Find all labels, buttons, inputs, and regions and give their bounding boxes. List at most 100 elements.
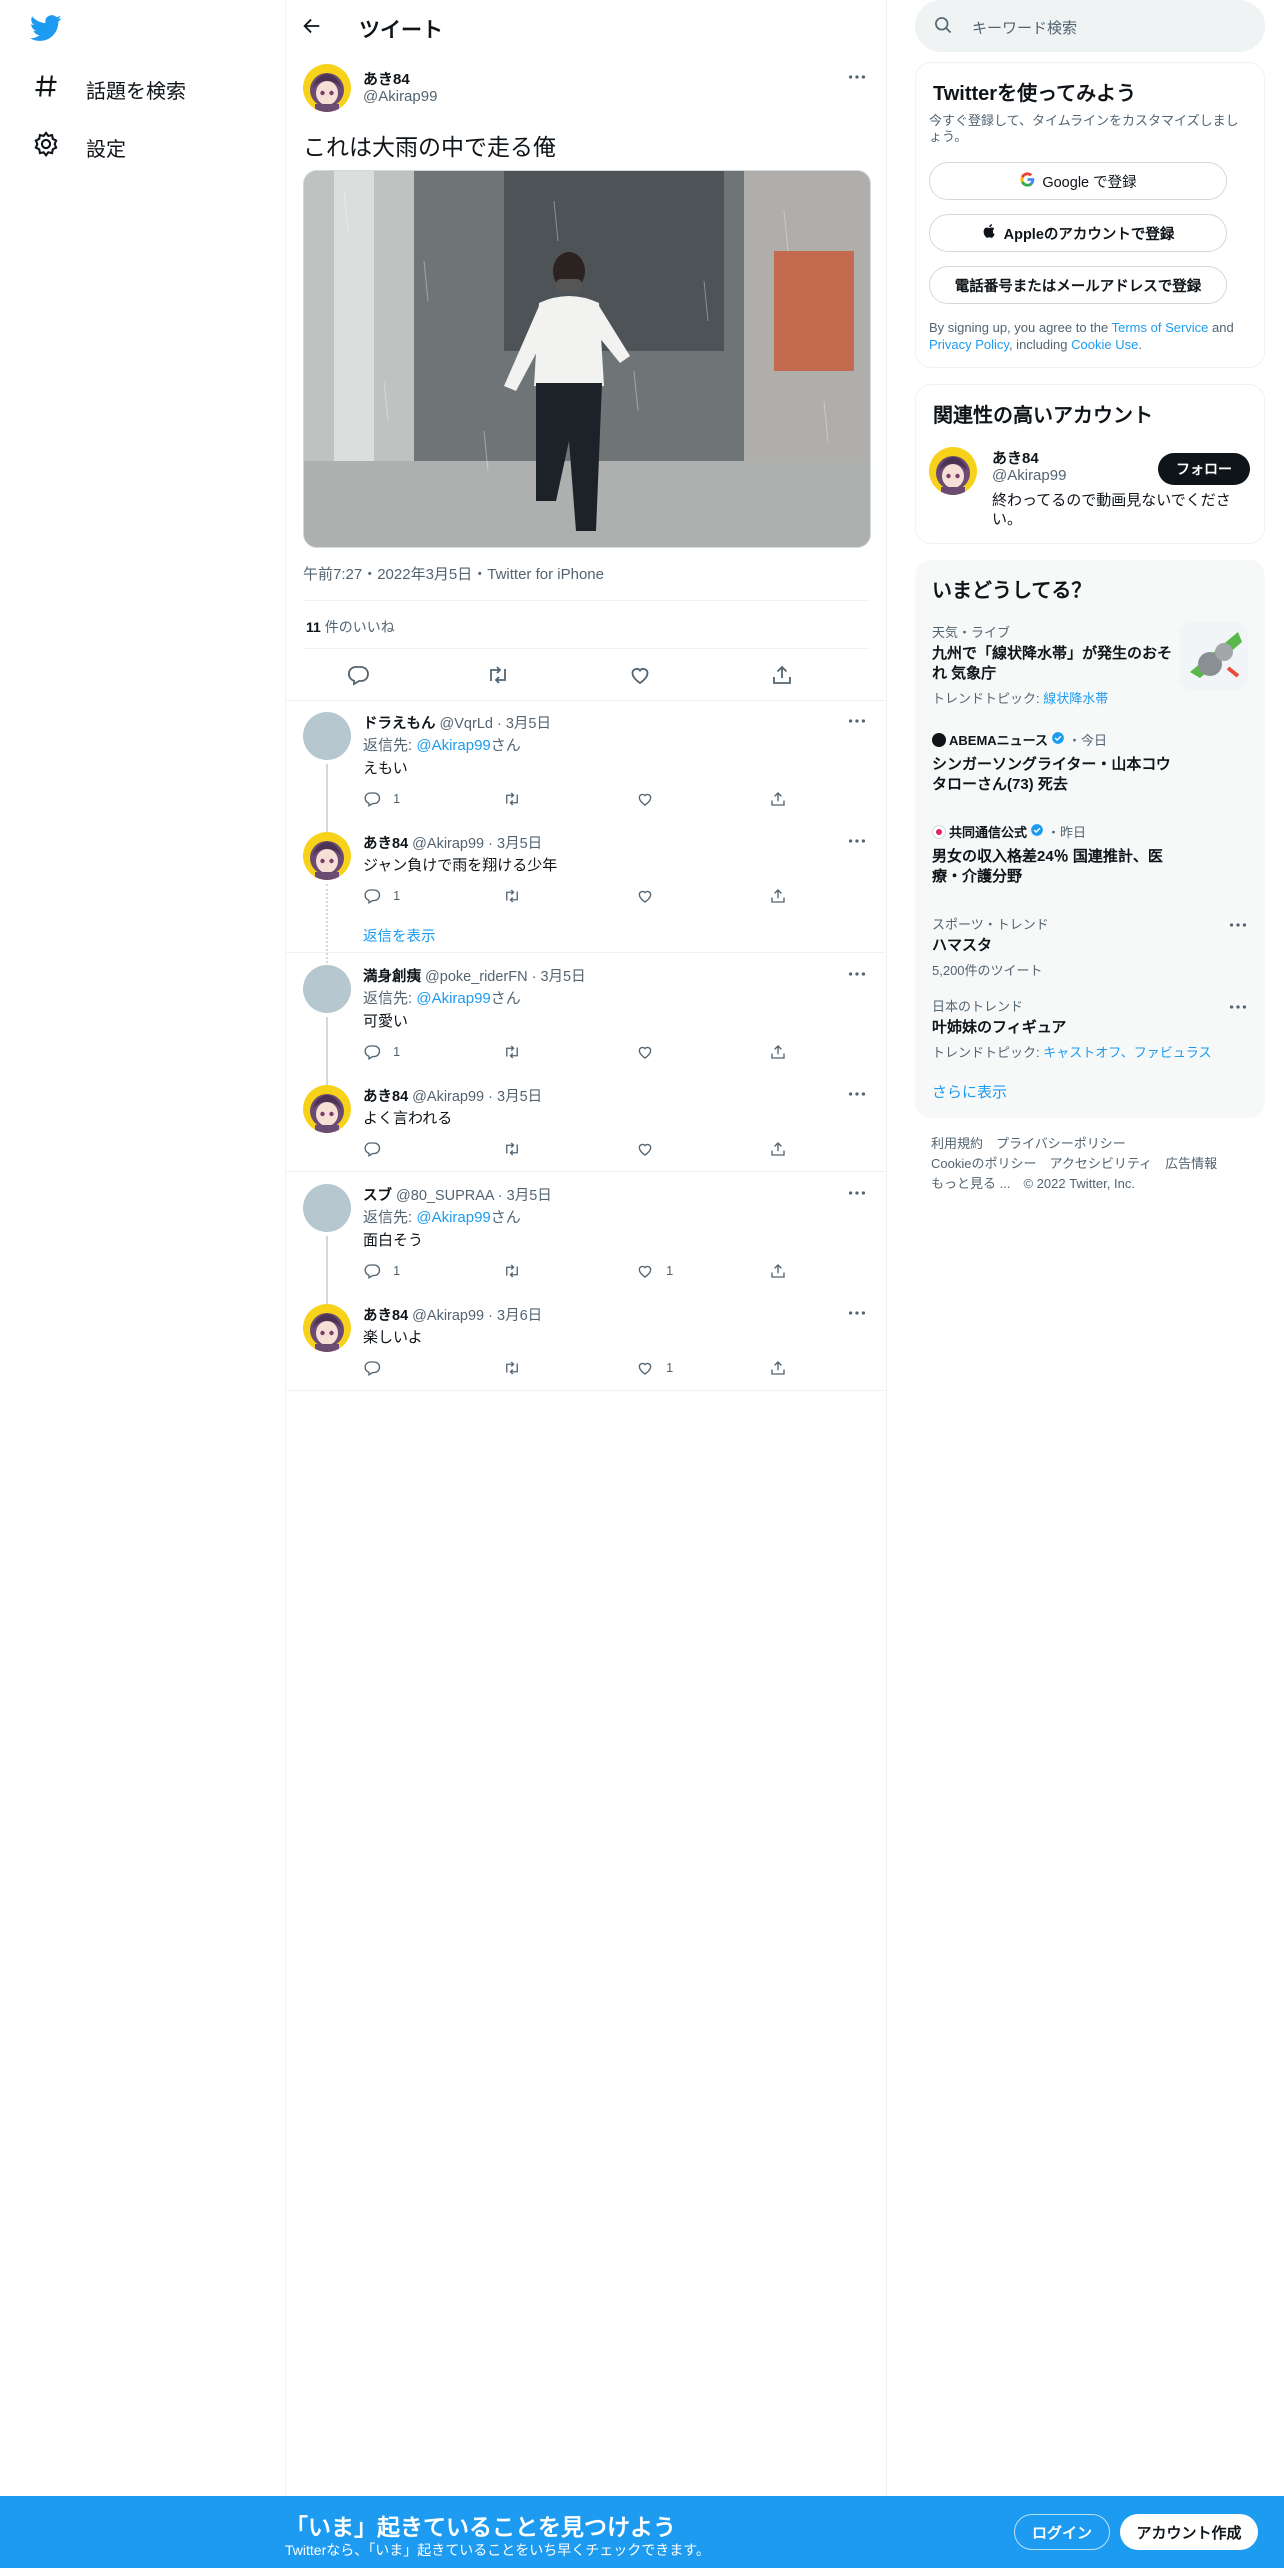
like-icon[interactable] <box>636 790 654 808</box>
author-name[interactable]: あき84 <box>363 68 410 89</box>
reply-to-link[interactable]: @Akirap99 <box>416 737 490 754</box>
avatar[interactable] <box>303 712 351 760</box>
phone-email-signup-button[interactable]: 電話番号またはメールアドレスで登録 <box>929 266 1227 304</box>
privacy-policy-link[interactable]: Privacy Policy <box>929 337 1009 352</box>
share-icon[interactable] <box>769 1140 787 1158</box>
footer-terms-link[interactable]: 利用規約 <box>931 1136 983 1151</box>
reply-author-name[interactable]: ドラえもん <box>363 716 436 732</box>
likes-count[interactable]: 11 件のいいね <box>306 617 395 637</box>
apple-signup-button[interactable]: Appleのアカウントで登録 <box>929 214 1227 252</box>
like-icon[interactable] <box>636 1262 654 1280</box>
like-icon[interactable] <box>636 887 654 905</box>
reply-author-name[interactable]: スブ <box>363 1188 392 1204</box>
reply-action-bar: 1 <box>363 887 803 907</box>
back-arrow-icon[interactable] <box>301 15 325 39</box>
more-icon[interactable] <box>846 1302 868 1324</box>
trend-item[interactable]: 天気・ライブ 九州で「線状降水帯」が発生のおそれ 気象庁 トレンドトピック: 線… <box>932 622 1172 707</box>
like-icon[interactable] <box>628 663 652 687</box>
more-icon[interactable] <box>846 66 868 88</box>
retweet-icon[interactable] <box>503 887 521 905</box>
relevant-handle[interactable]: @Akirap99 <box>992 467 1066 484</box>
nav-settings[interactable]: 設定 <box>32 130 126 164</box>
more-icon[interactable] <box>846 710 868 732</box>
retweet-icon[interactable] <box>503 1262 521 1280</box>
avatar[interactable] <box>303 965 351 1013</box>
avatar[interactable] <box>303 1304 351 1352</box>
signup-button[interactable]: アカウント作成 <box>1120 2514 1258 2550</box>
trend-item[interactable]: ABEMAニュース ・今日 シンガーソングライター・山本コウタローさん(73) … <box>932 730 1172 795</box>
terms-of-service-link[interactable]: Terms of Service <box>1112 320 1209 335</box>
relevant-name[interactable]: あき84 <box>992 447 1039 468</box>
retweet-icon[interactable] <box>503 1140 521 1158</box>
search-input[interactable]: キーワード検索 <box>972 17 1077 38</box>
reply-author-name[interactable]: あき84 <box>363 836 408 852</box>
follow-button[interactable]: フォロー <box>1158 453 1250 485</box>
like-icon[interactable] <box>636 1043 654 1061</box>
more-icon[interactable] <box>1227 996 1249 1018</box>
trend-topic-link[interactable]: 線状降水帯 <box>1043 691 1108 706</box>
reply-icon[interactable] <box>363 1140 381 1158</box>
avatar[interactable] <box>303 64 351 112</box>
share-icon[interactable] <box>769 790 787 808</box>
footer-ads-link[interactable]: 広告情報 <box>1165 1156 1217 1171</box>
reply-author-name[interactable]: 満身創痍 <box>363 969 421 985</box>
trend-item[interactable]: 日本のトレンド 叶姉妹のフィギュア トレンドトピック: キャストオフ、ファビュラ… <box>932 996 1232 1061</box>
legal-text-4: . <box>1138 337 1142 352</box>
more-icon[interactable] <box>846 963 868 985</box>
trend-item[interactable]: 共同通信公式 ・昨日 男女の収入格差24％ 国連推計、医療・介護分野 <box>932 822 1172 887</box>
share-icon[interactable] <box>769 1262 787 1280</box>
reply-handle-time[interactable]: @Akirap99 · 3月5日 <box>412 836 542 852</box>
avatar[interactable] <box>303 832 351 880</box>
reply-handle-time[interactable]: @poke_riderFN · 3月5日 <box>425 969 586 985</box>
more-icon[interactable] <box>1227 914 1249 936</box>
cookie-use-link[interactable]: Cookie Use <box>1071 337 1138 352</box>
share-icon[interactable] <box>769 1359 787 1377</box>
footer-more-link[interactable]: もっと見る ... <box>931 1176 1010 1191</box>
reply-icon[interactable] <box>346 663 370 687</box>
show-replies-link[interactable]: 返信を表示 <box>363 925 436 946</box>
share-icon[interactable] <box>769 1043 787 1061</box>
footer-accessibility-link[interactable]: アクセシビリティ <box>1049 1156 1152 1171</box>
more-icon[interactable] <box>846 1083 868 1105</box>
author-handle[interactable]: @Akirap99 <box>363 88 437 105</box>
more-icon[interactable] <box>846 830 868 852</box>
avatar[interactable] <box>303 1184 351 1232</box>
reply-to-link[interactable]: @Akirap99 <box>416 1209 490 1226</box>
footer-privacy-link[interactable]: プライバシーポリシー <box>996 1136 1126 1151</box>
reply-handle-time[interactable]: @80_SUPRAA · 3月5日 <box>396 1188 552 1204</box>
tweet-timestamp[interactable]: 午前7:27・2022年3月5日・Twitter for iPhone <box>303 563 604 584</box>
reply-author-name[interactable]: あき84 <box>363 1308 408 1324</box>
search-box[interactable]: キーワード検索 <box>915 0 1265 52</box>
reply-icon[interactable] <box>363 790 381 808</box>
share-icon[interactable] <box>770 663 794 687</box>
reply-handle-time[interactable]: @Akirap99 · 3月6日 <box>412 1308 542 1324</box>
reply-handle-time[interactable]: @VqrLd · 3月5日 <box>440 716 551 732</box>
retweet-icon[interactable] <box>503 1043 521 1061</box>
reply-handle-time[interactable]: @Akirap99 · 3月5日 <box>412 1089 542 1105</box>
retweet-icon[interactable] <box>503 790 521 808</box>
retweet-icon[interactable] <box>486 663 510 687</box>
reply-icon[interactable] <box>363 1262 381 1280</box>
reply-icon[interactable] <box>363 1359 381 1377</box>
trend-topic-link[interactable]: キャストオフ、ファビュラス <box>1043 1045 1211 1060</box>
more-icon[interactable] <box>846 1182 868 1204</box>
reply-icon[interactable] <box>363 1043 381 1061</box>
login-button[interactable]: ログイン <box>1014 2514 1110 2550</box>
avatar[interactable] <box>929 447 977 495</box>
reply-author-name[interactable]: あき84 <box>363 1089 408 1105</box>
nav-explore[interactable]: 話題を検索 <box>32 72 186 106</box>
show-more-link[interactable]: さらに表示 <box>932 1081 1007 1102</box>
like-icon[interactable] <box>636 1140 654 1158</box>
like-icon[interactable] <box>636 1359 654 1377</box>
reply-to-link[interactable]: @Akirap99 <box>416 990 490 1007</box>
google-signup-button[interactable]: Google で登録 <box>929 162 1227 200</box>
retweet-icon[interactable] <box>503 1359 521 1377</box>
trend-item[interactable]: スポーツ・トレンド ハマスタ 5,200件のツイート <box>932 914 1232 979</box>
tweet-photo[interactable] <box>303 170 871 548</box>
reply-icon[interactable] <box>363 887 381 905</box>
footer-cookie-link[interactable]: Cookieのポリシー <box>931 1156 1036 1171</box>
share-icon[interactable] <box>769 887 787 905</box>
trend-thumbnail[interactable] <box>1180 622 1248 690</box>
twitter-logo-icon[interactable] <box>30 12 70 46</box>
avatar[interactable] <box>303 1085 351 1133</box>
